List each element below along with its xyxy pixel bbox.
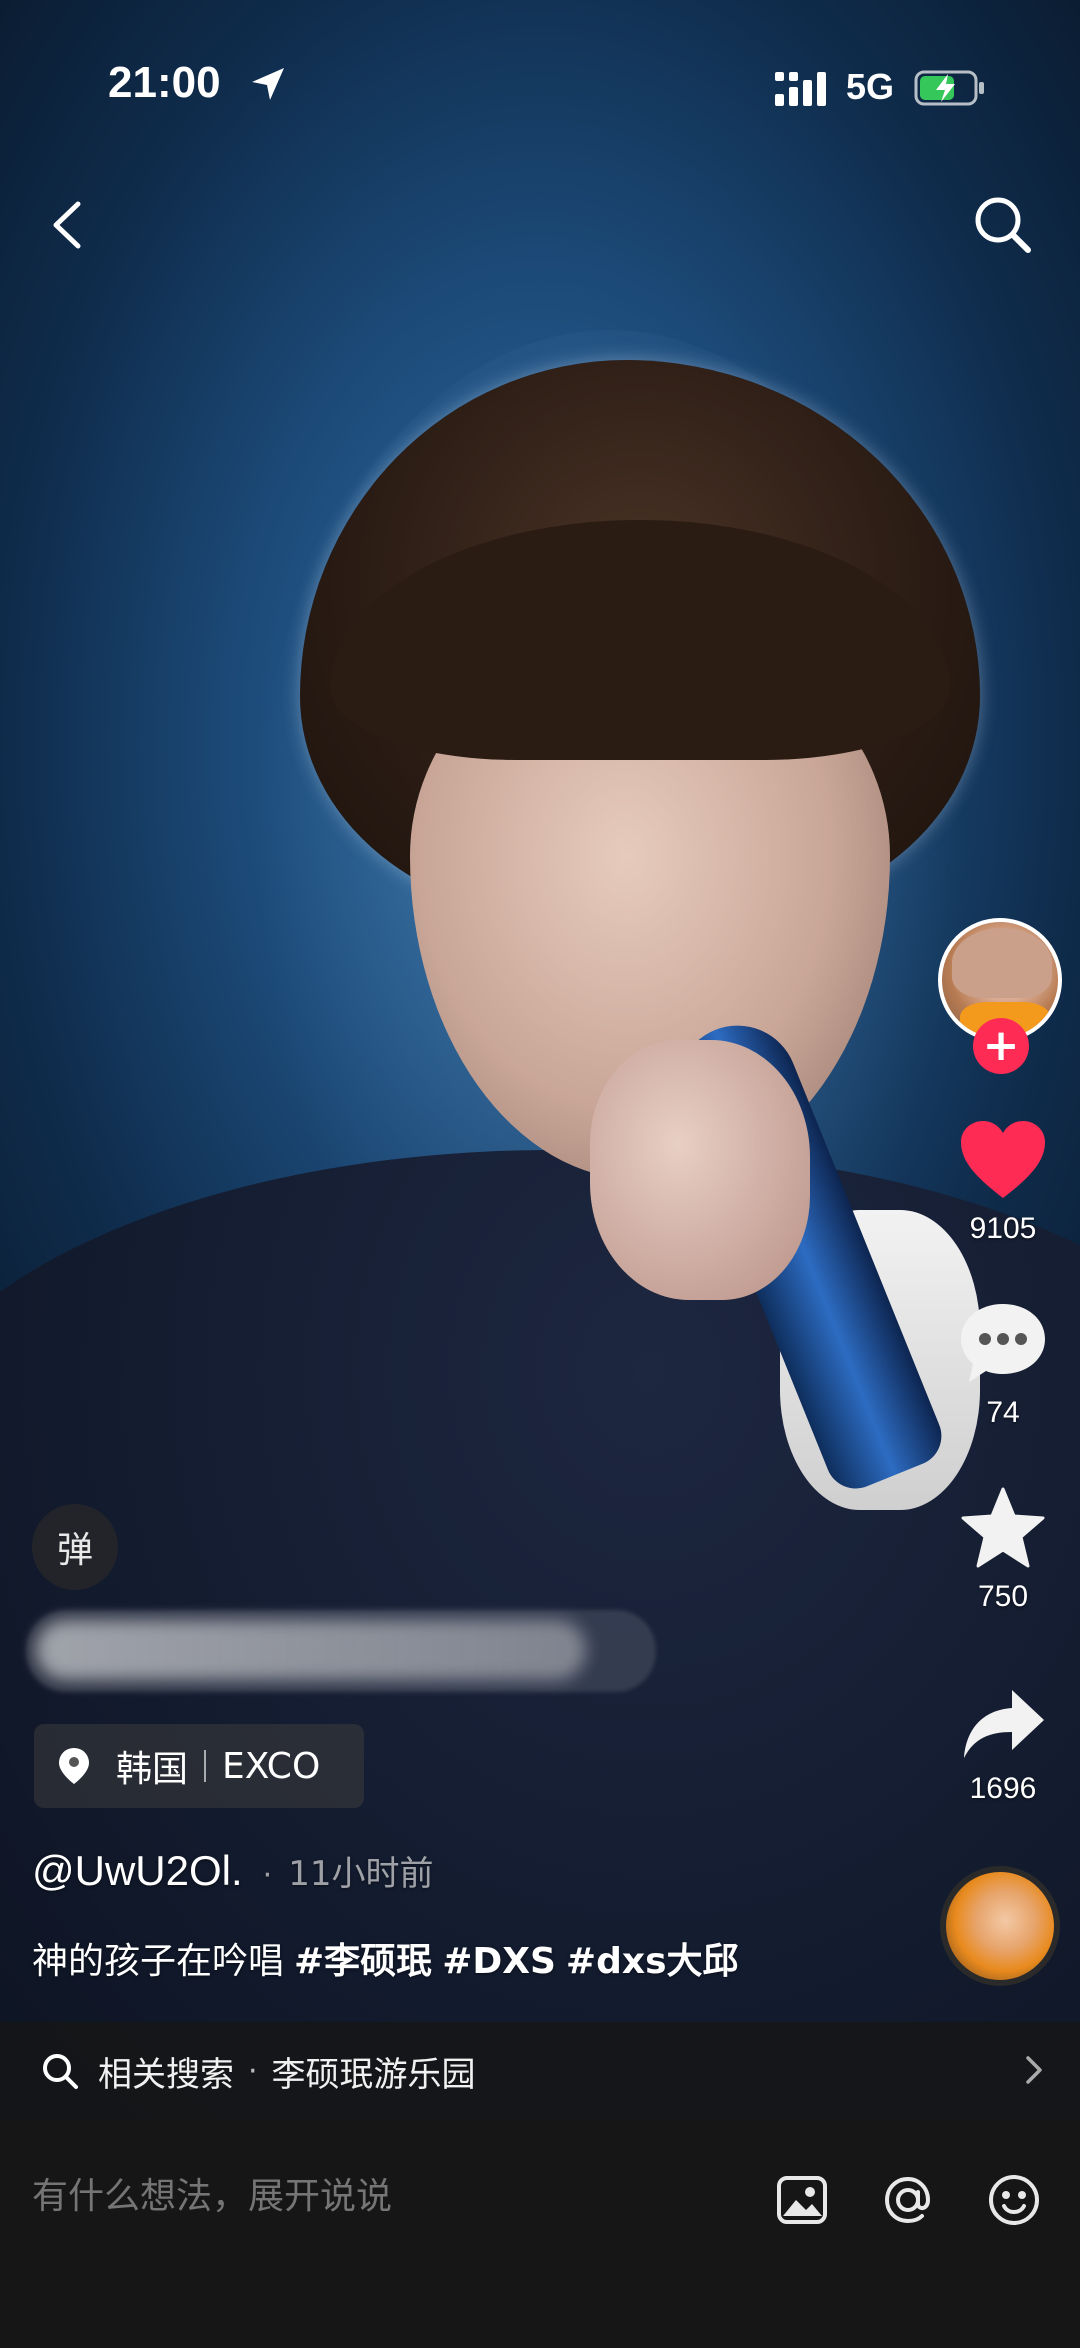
related-search-separator: · xyxy=(248,2053,258,2089)
share-count: 1696 xyxy=(969,1772,1037,1805)
comment-input[interactable] xyxy=(32,2176,732,2217)
location-pin-icon xyxy=(59,1748,89,1784)
related-search-label: 相关搜索 xyxy=(98,2054,234,2095)
search-icon xyxy=(43,2054,78,2089)
post-caption: 神的孩子在吟唱 #李硕珉 #DXS #dxs大邱 xyxy=(32,1932,739,1984)
post-meta: @UwU2Ol. · 11小时前 xyxy=(32,1846,433,1895)
favorite-button[interactable]: 750 xyxy=(928,1486,1078,1614)
hashtag-link[interactable]: #dxs大邱 xyxy=(566,1941,739,1982)
hashtag-link[interactable]: #李硕珉 xyxy=(294,1941,432,1982)
comment-button[interactable]: 74 xyxy=(928,1300,1078,1430)
favorite-count: 750 xyxy=(977,1580,1029,1613)
location-country: 韩国 xyxy=(116,1749,189,1790)
cellular-signal-icon xyxy=(775,72,826,106)
video-subject-hand xyxy=(590,1040,810,1300)
battery-charging-icon xyxy=(914,70,984,106)
hashtag-link[interactable]: #DXS xyxy=(442,1941,556,1982)
image-picker-icon[interactable] xyxy=(774,2172,830,2228)
chevron-right-icon xyxy=(1026,2056,1042,2084)
share-button[interactable]: 1696 xyxy=(928,1686,1078,1806)
related-search-query: 李硕珉游乐园 xyxy=(271,2054,476,2095)
mention-at-icon[interactable] xyxy=(880,2172,936,2228)
post-time: 11小时前 xyxy=(288,1854,434,1894)
status-time: 21:00 xyxy=(108,58,221,107)
star-icon xyxy=(961,1487,1045,1568)
danmaku-toggle-button[interactable]: 弹 xyxy=(32,1504,118,1590)
search-button[interactable] xyxy=(968,190,1038,260)
heart-icon xyxy=(961,1121,1045,1198)
share-arrow-icon xyxy=(964,1690,1044,1758)
like-count: 9105 xyxy=(969,1212,1037,1245)
location-place: EXCO xyxy=(222,1745,321,1787)
comment-count: 74 xyxy=(986,1396,1020,1429)
meta-separator: · xyxy=(262,1858,273,1893)
network-type: 5G xyxy=(846,66,895,107)
location-tag[interactable]: 韩国 EXCO xyxy=(34,1724,364,1808)
location-arrow-icon xyxy=(252,68,284,100)
blurred-promo-bar xyxy=(26,1610,656,1692)
emoji-icon[interactable] xyxy=(986,2172,1042,2228)
follow-button[interactable]: + xyxy=(973,1018,1029,1074)
comment-bar xyxy=(0,2120,1080,2348)
like-button[interactable]: 9105 xyxy=(928,1118,1078,1246)
caption-text: 神的孩子在吟唱 xyxy=(32,1941,285,1982)
related-search-bar[interactable]: 相关搜索 · 李硕珉游乐园 xyxy=(0,2022,1080,2120)
author-name[interactable]: @UwU2Ol. xyxy=(32,1847,243,1895)
location-divider xyxy=(204,1750,207,1782)
comment-bubble-icon xyxy=(961,1304,1045,1382)
back-button[interactable] xyxy=(34,190,94,260)
music-disc[interactable] xyxy=(940,1866,1060,1986)
status-bar: 21:00 5G xyxy=(0,0,1080,180)
